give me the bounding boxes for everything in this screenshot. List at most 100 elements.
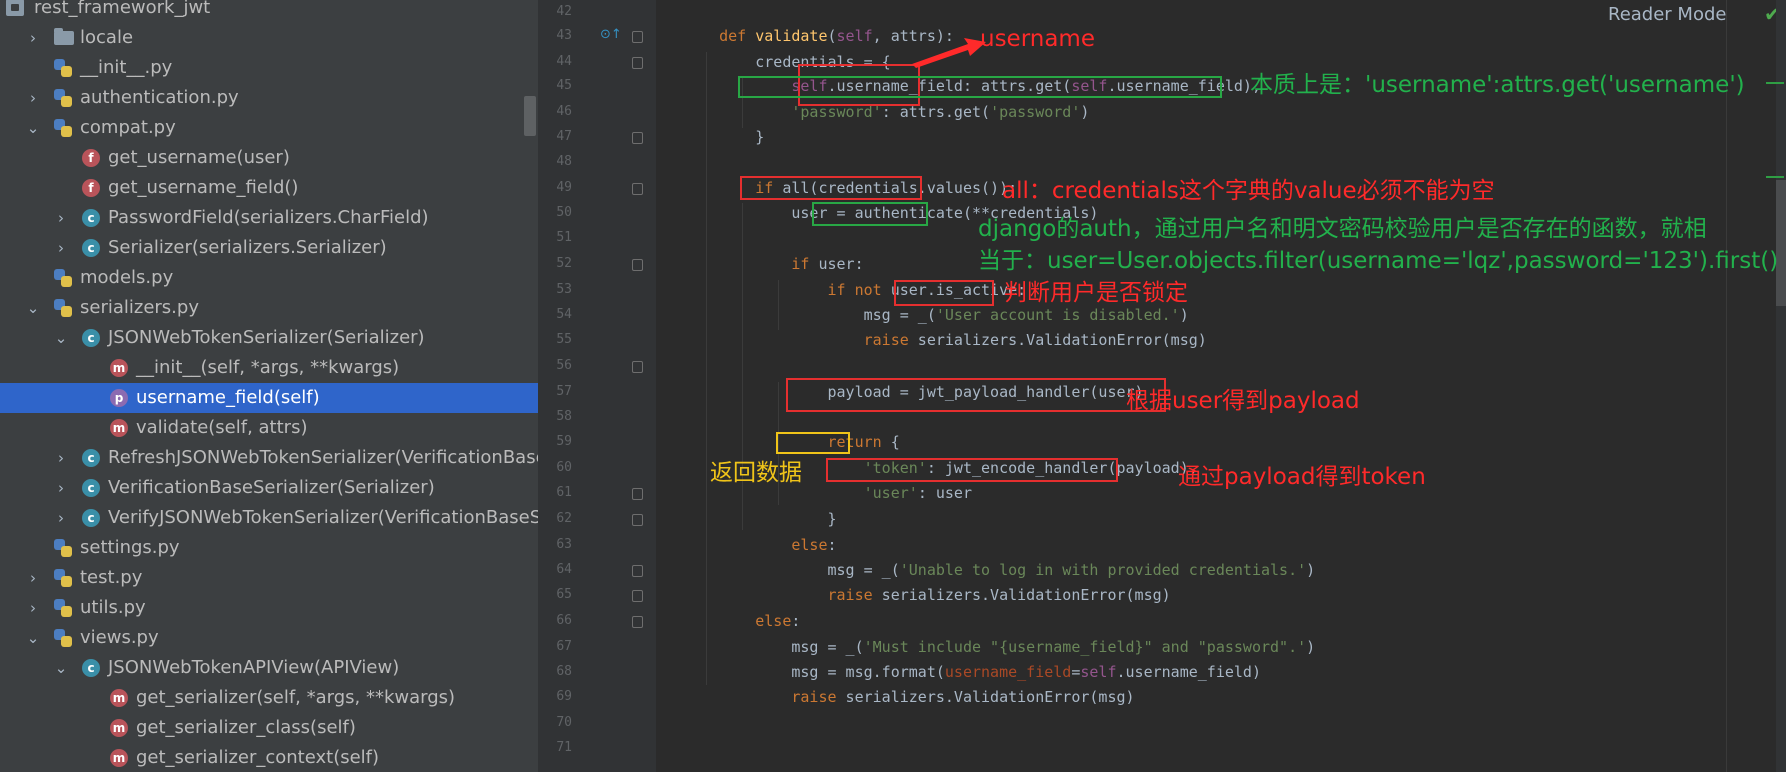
code-line[interactable]: else: — [683, 535, 836, 555]
tree-item[interactable]: f get_username_field() — [0, 173, 538, 203]
class-icon: c — [82, 509, 100, 527]
project-tree[interactable]: rest_framework_jwt › locale __init__.py › aut… — [0, 0, 538, 772]
highlight-box — [776, 432, 850, 454]
tree-item[interactable]: › c VerifyJSONWebTokenSerializer(Verificat… — [0, 503, 538, 533]
tree-item[interactable]: m get_serializer_context(self) — [0, 743, 538, 772]
annotation-username: username — [980, 26, 1095, 52]
tree-item-label: utils.py — [80, 597, 146, 618]
chevron-right-icon[interactable]: › — [26, 593, 40, 623]
chevron-right-icon[interactable]: › — [26, 563, 40, 593]
tree-item-label: Serializer(serializers.Serializer) — [108, 237, 387, 258]
chevron-down-icon[interactable]: ⌄ — [54, 653, 68, 683]
code-line[interactable]: msg = _('User account is disabled.') — [683, 305, 1189, 325]
fold-icon[interactable] — [632, 488, 643, 500]
fold-icon[interactable] — [632, 565, 643, 577]
tree-item[interactable]: › utils.py — [0, 593, 538, 623]
editor-scrollbar-thumb[interactable] — [1776, 180, 1786, 306]
tree-item[interactable]: ⌄ serializers.py — [0, 293, 538, 323]
tree-item[interactable]: ⌄ c JSONWebTokenAPIView(APIView) — [0, 653, 538, 683]
fold-icon[interactable] — [632, 616, 643, 628]
tree-item-label: JSONWebTokenAPIView(APIView) — [108, 657, 400, 678]
class-icon: c — [82, 239, 100, 257]
fold-icon[interactable] — [632, 259, 643, 271]
arrow-icon — [912, 38, 986, 68]
code-line[interactable]: } — [683, 127, 764, 147]
tree-item[interactable]: p username_field(self) — [0, 383, 538, 413]
code-line[interactable]: } — [683, 509, 836, 529]
code-line[interactable]: if user: — [683, 254, 863, 274]
folder-icon — [54, 28, 74, 45]
code-line[interactable]: raise serializers.ValidationError(msg) — [683, 585, 1171, 605]
fold-icon[interactable] — [632, 57, 643, 69]
chevron-right-icon[interactable]: › — [26, 83, 40, 113]
chevron-right-icon[interactable]: › — [26, 23, 40, 53]
tree-item[interactable]: m get_serializer_class(self) — [0, 713, 538, 743]
annotation-all: all：credentials这个字典的value必须不能为空 — [1002, 178, 1495, 204]
tree-item-label: views.py — [80, 627, 159, 648]
tree-scrollbar[interactable] — [524, 96, 536, 136]
highlight-box — [738, 76, 1222, 98]
python-file-icon — [54, 119, 72, 137]
tree-item[interactable]: m __init__(self, *args, **kwargs) — [0, 353, 538, 383]
tree-item-label: rest_framework_jwt — [34, 0, 211, 18]
tree-item[interactable]: ⌄ views.py — [0, 623, 538, 653]
line-number: 52 — [556, 256, 572, 271]
tree-item-label: authentication.py — [80, 87, 239, 108]
chevron-right-icon[interactable]: › — [54, 473, 68, 503]
tree-item[interactable]: › test.py — [0, 563, 538, 593]
tree-item[interactable]: models.py — [0, 263, 538, 293]
chevron-right-icon[interactable]: › — [54, 233, 68, 263]
fold-icon[interactable] — [632, 183, 643, 195]
class-icon: c — [82, 659, 100, 677]
annotation-django-auth-2: 当于：user=User.objects.filter(username='lq… — [978, 248, 1779, 274]
right-margin-guide — [1726, 0, 1727, 772]
code-editor[interactable]: 42 43 44 45 46 47 48 49 50 51 52 53 54 55 56 57 58 59 60 61… — [538, 0, 1786, 772]
chevron-down-icon[interactable]: ⌄ — [26, 113, 40, 143]
line-number: 51 — [556, 230, 572, 245]
code-line[interactable]: else: — [683, 611, 800, 631]
fold-icon[interactable] — [632, 132, 643, 144]
tree-item[interactable]: settings.py — [0, 533, 538, 563]
code-line[interactable]: msg = _('Unable to log in with provided … — [683, 560, 1315, 580]
code-line[interactable]: msg = _('Must include "{username_field}"… — [683, 637, 1315, 657]
chevron-down-icon[interactable]: ⌄ — [26, 293, 40, 323]
tree-item[interactable]: __init__.py — [0, 53, 538, 83]
tree-item[interactable]: rest_framework_jwt — [0, 0, 538, 23]
fold-icon[interactable] — [632, 514, 643, 526]
chevron-down-icon[interactable]: ⌄ — [54, 323, 68, 353]
annotation-return: 返回数据 — [710, 460, 802, 486]
chevron-right-icon[interactable]: › — [54, 503, 68, 533]
fold-icon[interactable] — [632, 31, 643, 43]
line-number: 53 — [556, 282, 572, 297]
code-line[interactable]: raise serializers.ValidationError(msg) — [683, 330, 1207, 350]
tree-item[interactable]: ⌄ compat.py — [0, 113, 538, 143]
tree-item[interactable]: › locale — [0, 23, 538, 53]
chevron-right-icon[interactable]: › — [54, 443, 68, 473]
tree-item[interactable]: f get_username(user) — [0, 143, 538, 173]
tree-item-label: VerifyJSONWebTokenSerializer(Verificatio… — [108, 507, 538, 528]
tree-item[interactable]: ⌄ c JSONWebTokenSerializer(Serializer) — [0, 323, 538, 353]
function-icon: f — [82, 179, 100, 197]
code-line[interactable]: raise serializers.ValidationError(msg) — [683, 687, 1134, 707]
class-icon: c — [82, 209, 100, 227]
tree-item[interactable]: › authentication.py — [0, 83, 538, 113]
tree-item-label: get_serializer_context(self) — [136, 747, 380, 768]
tree-item[interactable]: › c Serializer(serializers.Serializer) — [0, 233, 538, 263]
chevron-right-icon[interactable]: › — [54, 203, 68, 233]
line-number: 54 — [556, 307, 572, 322]
tree-item-label: validate(self, attrs) — [136, 417, 308, 438]
tree-item[interactable]: m get_serializer(self, *args, **kwargs) — [0, 683, 538, 713]
tree-item[interactable]: › c VerificationBaseSerializer(Serializer) — [0, 473, 538, 503]
tree-item[interactable]: m validate(self, attrs) — [0, 413, 538, 443]
error-stripe[interactable] — [1776, 0, 1786, 772]
reader-mode-button[interactable]: Reader Mode — [1608, 4, 1726, 25]
fold-icon[interactable] — [632, 590, 643, 602]
line-number: 66 — [556, 613, 572, 628]
tree-item-label: locale — [80, 27, 134, 48]
tree-item[interactable]: › c RefreshJSONWebTokenSerializer(Verifica… — [0, 443, 538, 473]
chevron-down-icon[interactable]: ⌄ — [26, 623, 40, 653]
tree-item[interactable]: › c PasswordField(serializers.CharField) — [0, 203, 538, 233]
code-line[interactable]: msg = msg.format(username_field=self.use… — [683, 662, 1261, 682]
override-icon[interactable]: ⊙↑ — [600, 27, 622, 42]
fold-icon[interactable] — [632, 361, 643, 373]
